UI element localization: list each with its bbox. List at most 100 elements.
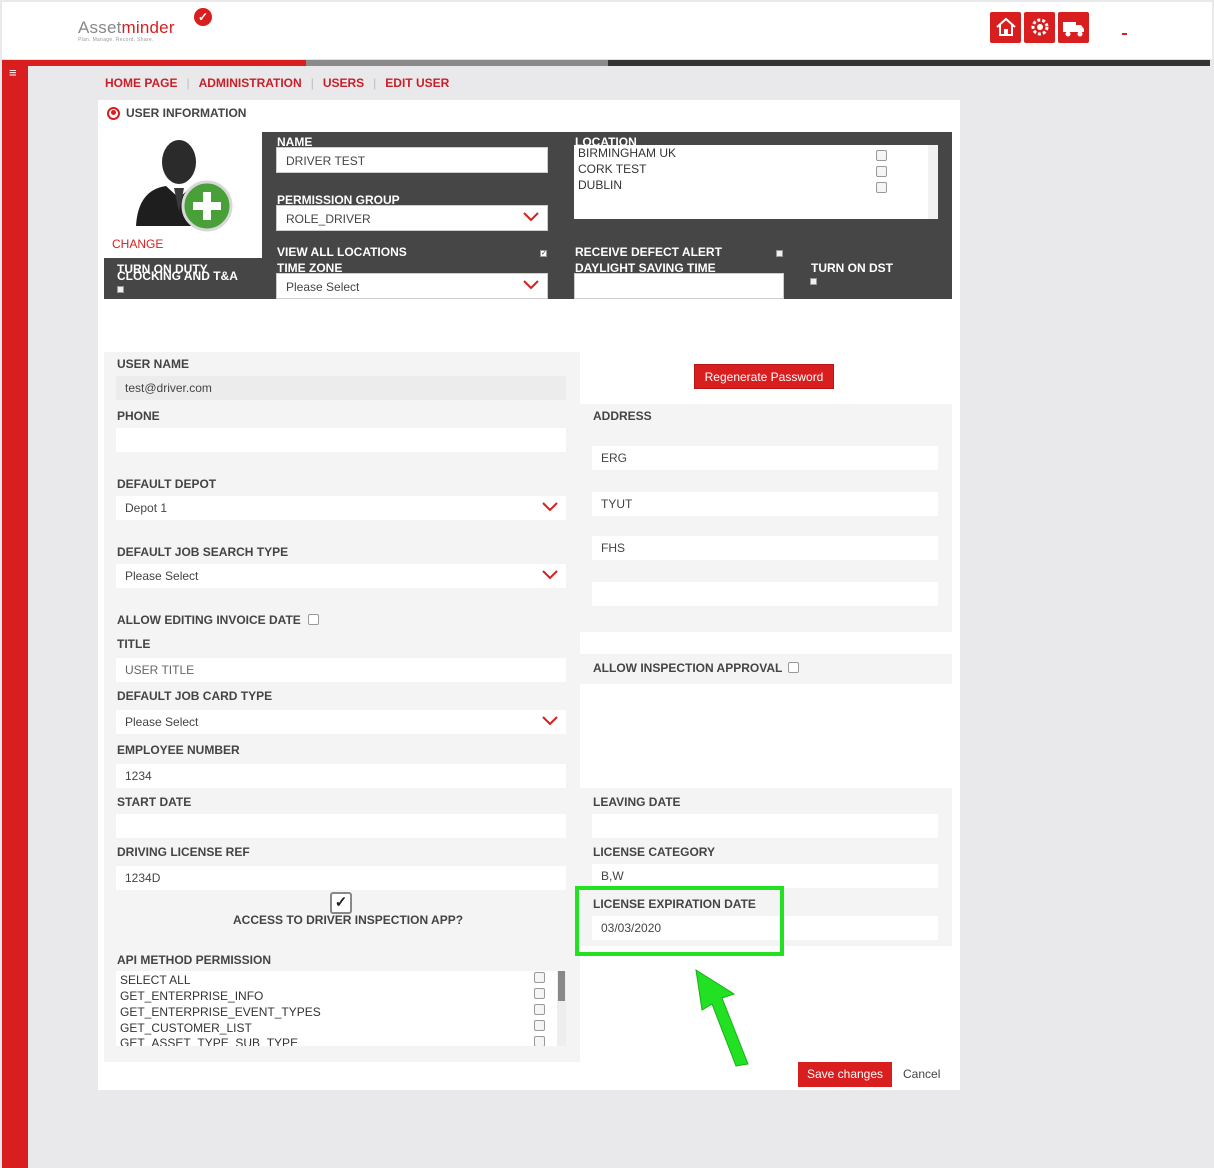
- top-progress-strip: [28, 60, 1210, 66]
- address-line-2[interactable]: TYUT: [592, 492, 938, 516]
- license-category-label: LICENSE CATEGORY: [593, 845, 716, 859]
- job-card-type-label: DEFAULT JOB CARD TYPE: [117, 689, 273, 703]
- daylight-saving-field[interactable]: [574, 273, 784, 299]
- api-permission-list[interactable]: SELECT ALL GET_ENTERPRISE_INFO GET_ENTER…: [116, 971, 566, 1046]
- api-item: SELECT ALL: [120, 973, 191, 987]
- api-checkbox[interactable]: [534, 1020, 545, 1031]
- user-name-field[interactable]: test@driver.com: [116, 376, 566, 400]
- driver-inspection-label: ACCESS TO DRIVER INSPECTION APP?: [233, 913, 464, 927]
- highlight-box: [575, 886, 784, 956]
- api-checkbox[interactable]: [534, 1036, 545, 1046]
- invoice-date-label: ALLOW EDITING INVOICE DATE: [117, 613, 301, 627]
- panel-title-text: USER INFORMATION: [126, 106, 247, 120]
- chevron-down-icon: [523, 280, 539, 290]
- job-card-type-value: Please Select: [125, 715, 199, 729]
- receive-defect-alert-label: RECEIVE DEFECT ALERT: [575, 245, 722, 259]
- breadcrumb-administration[interactable]: ADMINISTRATION: [199, 76, 302, 90]
- permission-group-select[interactable]: ROLE_DRIVER: [276, 205, 548, 231]
- job-card-type-select[interactable]: Please Select: [116, 710, 566, 734]
- address-line-4[interactable]: [592, 582, 938, 606]
- driving-license-ref-label: DRIVING LICENSE REF: [117, 845, 250, 859]
- chevron-down-icon: [542, 502, 558, 512]
- view-all-locations-label: VIEW ALL LOCATIONS: [277, 245, 407, 259]
- api-permission-label: API METHOD PERMISSION: [117, 953, 272, 967]
- inspection-approval-label: ALLOW INSPECTION APPROVAL: [593, 661, 783, 675]
- api-item: GET_CUSTOMER_LIST: [120, 1021, 252, 1035]
- hamburger-menu-icon[interactable]: ≡: [9, 66, 17, 79]
- api-item: GET_ASSET_TYPE_SUB_TYPE: [120, 1036, 299, 1046]
- logo-tagline: Plan. Manage. Record. Share.: [78, 37, 154, 43]
- gear-icon[interactable]: [1024, 12, 1055, 43]
- truck-icon[interactable]: [1058, 12, 1089, 43]
- api-checkbox[interactable]: [534, 988, 545, 999]
- home-icon[interactable]: [990, 12, 1021, 43]
- location-item: DUBLIN: [578, 178, 623, 192]
- regenerate-password-button[interactable]: Regenerate Password: [694, 364, 834, 389]
- phone-label: PHONE: [117, 409, 160, 423]
- driver-inspection-checkbox[interactable]: ✓: [330, 892, 352, 914]
- address-line-1[interactable]: ERG: [592, 446, 938, 470]
- sidebar: [2, 60, 28, 1168]
- breadcrumb-users[interactable]: USERS: [323, 76, 364, 90]
- api-scrollbar-thumb[interactable]: [558, 971, 565, 1001]
- start-date-field[interactable]: [116, 814, 566, 838]
- api-checkbox[interactable]: [534, 972, 545, 983]
- add-user-avatar-icon: [136, 140, 233, 232]
- location-item: CORK TEST: [578, 162, 647, 176]
- location-checkbox[interactable]: [876, 150, 887, 161]
- employee-number-label: EMPLOYEE NUMBER: [117, 743, 240, 757]
- start-date-label: START DATE: [117, 795, 192, 809]
- breadcrumb-home[interactable]: HOME PAGE: [105, 76, 177, 90]
- turn-on-dst-label: TURN ON DST: [811, 261, 893, 275]
- view-all-locations-checkbox[interactable]: ✓: [540, 250, 547, 257]
- cancel-link[interactable]: Cancel: [903, 1067, 940, 1081]
- location-checkbox[interactable]: [876, 166, 887, 177]
- address-line-3[interactable]: FHS: [592, 536, 938, 560]
- title-field[interactable]: USER TITLE: [116, 658, 566, 682]
- receive-defect-alert-checkbox[interactable]: [776, 250, 783, 257]
- permission-group-value: ROLE_DRIVER: [286, 212, 371, 226]
- logo-text-a: Asset: [78, 18, 122, 37]
- leaving-date-field[interactable]: [592, 814, 938, 838]
- driving-license-ref-field[interactable]: 1234D: [116, 866, 566, 890]
- location-list[interactable]: BIRMINGHAM UK CORK TEST DUBLIN: [574, 145, 938, 219]
- assetminder-logo[interactable]: Assetminder: [78, 18, 175, 38]
- time-zone-value: Please Select: [286, 280, 360, 294]
- employee-number-field[interactable]: 1234: [116, 764, 566, 788]
- time-zone-select[interactable]: Please Select: [276, 273, 548, 299]
- api-checkbox[interactable]: [534, 1004, 545, 1015]
- api-item: GET_ENTERPRISE_EVENT_TYPES: [120, 1005, 321, 1019]
- inspection-approval-checkbox[interactable]: [788, 662, 799, 673]
- job-search-type-select[interactable]: Please Select: [116, 564, 566, 588]
- panel-title: USER INFORMATION: [107, 106, 246, 120]
- logo-check-icon: ✓: [194, 8, 212, 26]
- job-search-type-label: DEFAULT JOB SEARCH TYPE: [117, 545, 289, 559]
- header-indicator: [1122, 33, 1127, 35]
- location-item: BIRMINGHAM UK: [578, 146, 677, 160]
- location-checkbox[interactable]: [876, 182, 887, 193]
- location-scrollbar[interactable]: [928, 145, 938, 219]
- user-circle-icon: [107, 106, 120, 120]
- chevron-down-icon: [542, 570, 558, 580]
- breadcrumb: HOME PAGE | ADMINISTRATION | USERS | EDIT U…: [105, 76, 450, 90]
- default-depot-select[interactable]: Depot 1: [116, 496, 566, 520]
- annotation-arrow-icon: [695, 968, 749, 1067]
- api-item: GET_ENTERPRISE_INFO: [120, 989, 264, 1003]
- turn-on-dst-checkbox[interactable]: [810, 278, 817, 285]
- phone-field[interactable]: [116, 428, 566, 452]
- title-label: TITLE: [117, 637, 151, 651]
- change-avatar-link[interactable]: CHANGE: [112, 237, 163, 251]
- clocking-label: CLOCKING AND T&A: [117, 269, 238, 283]
- clocking-checkbox[interactable]: [117, 286, 124, 293]
- chevron-down-icon: [523, 212, 539, 222]
- user-name-label: USER NAME: [117, 357, 190, 371]
- name-field[interactable]: DRIVER TEST: [276, 147, 548, 173]
- invoice-date-checkbox[interactable]: [308, 614, 319, 625]
- chevron-down-icon: [542, 716, 558, 726]
- license-category-field[interactable]: B,W: [592, 864, 938, 888]
- address-label: ADDRESS: [593, 409, 652, 423]
- breadcrumb-edit-user[interactable]: EDIT USER: [385, 76, 449, 90]
- logo-text-b: minder: [121, 18, 175, 37]
- leaving-date-label: LEAVING DATE: [593, 795, 681, 809]
- save-changes-button[interactable]: Save changes: [798, 1062, 892, 1087]
